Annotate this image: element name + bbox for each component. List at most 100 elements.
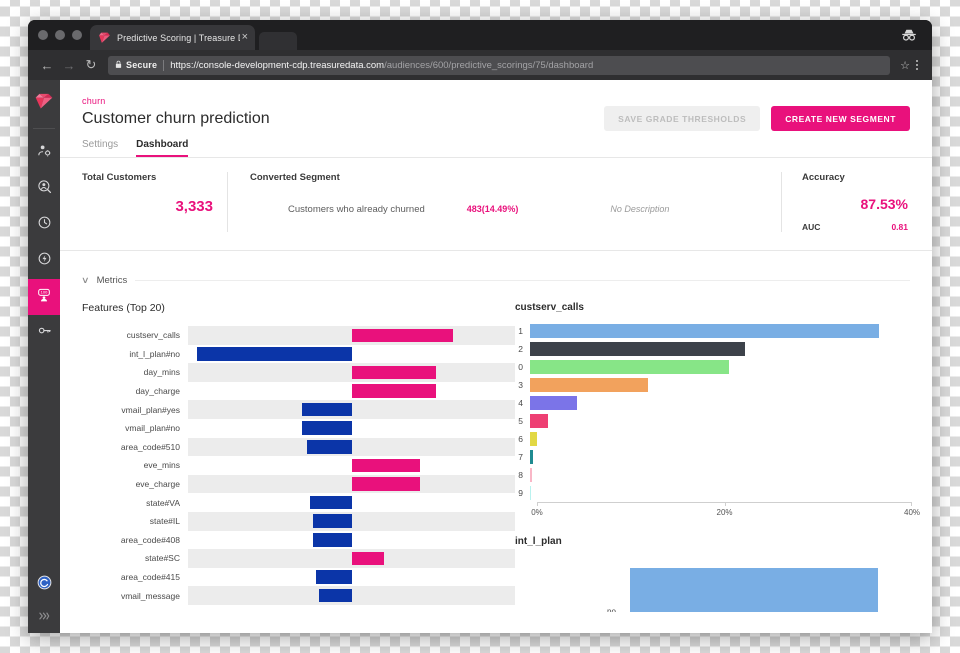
segment-description: No Description xyxy=(610,203,670,214)
sidebar-item-journeys[interactable] xyxy=(28,243,60,279)
feature-bar xyxy=(312,514,352,529)
feature-track xyxy=(188,363,515,382)
feature-bar xyxy=(309,495,352,510)
sidebar-item-profiles[interactable] xyxy=(28,171,60,207)
feature-track xyxy=(188,474,515,494)
feature-label: day_charge xyxy=(135,386,180,397)
lock-icon xyxy=(114,60,123,71)
feature-row: state#IL xyxy=(82,511,515,531)
custserv-calls-bar-track xyxy=(530,394,912,412)
feature-label: vmail_message xyxy=(120,590,180,601)
metrics-rule xyxy=(135,280,910,281)
feature-track xyxy=(188,400,515,419)
window-close-button[interactable] xyxy=(38,30,48,40)
sidebar-item-activations[interactable] xyxy=(28,207,60,243)
reload-button[interactable]: ↻ xyxy=(80,54,102,76)
back-button[interactable]: ← xyxy=(36,54,58,76)
custserv-calls-bar xyxy=(530,378,649,392)
int-l-plan-category-label: no xyxy=(607,607,616,612)
custserv-calls-bar-track xyxy=(530,484,912,502)
create-new-segment-button[interactable]: CREATE NEW SEGMENT xyxy=(771,106,910,131)
save-grade-thresholds-button[interactable]: SAVE GRADE THRESHOLDS xyxy=(604,106,761,131)
feature-bar xyxy=(351,365,437,380)
custserv-calls-category-label: 3 xyxy=(518,380,523,390)
accuracy-stat: Accuracy 87.53% AUC 0.81 xyxy=(782,172,932,232)
int-l-plan-chart-title: int_l_plan xyxy=(515,536,562,547)
window-minimize-button[interactable] xyxy=(55,30,65,40)
custserv-calls-category-label: 5 xyxy=(518,416,523,426)
custserv-calls-bar xyxy=(530,360,729,374)
tab-dashboard[interactable]: Dashboard xyxy=(136,139,189,157)
custserv-calls-row: 0 xyxy=(515,358,912,376)
chevron-down-icon[interactable]: ∨ xyxy=(81,275,90,286)
header-actions: SAVE GRADE THRESHOLDS CREATE NEW SEGMENT xyxy=(604,106,910,131)
custserv-calls-chart-title: custserv_calls xyxy=(515,302,584,313)
features-chart: Features (Top 20) custserv_calls int_l_pl… xyxy=(60,302,515,612)
auc-label: AUC xyxy=(802,222,821,232)
feature-track xyxy=(188,493,515,512)
custserv-calls-bar-track xyxy=(530,340,912,358)
treasure-data-diamond-logo[interactable] xyxy=(28,80,60,122)
feature-label: state#SC xyxy=(145,553,180,564)
feature-bar xyxy=(316,570,352,584)
custserv-calls-category-label: 7 xyxy=(518,452,523,462)
total-customers-label: Total Customers xyxy=(82,172,157,183)
forward-button[interactable]: → xyxy=(58,54,80,76)
custserv-calls-bar-track xyxy=(530,448,912,466)
metrics-section-header[interactable]: ∨ Metrics xyxy=(60,251,932,286)
converted-segment-value: 483(14.49%) xyxy=(467,200,519,215)
bookmark-star-icon[interactable]: ☆ xyxy=(900,59,910,72)
x-tick-0: 0% xyxy=(531,508,543,517)
custserv-calls-row: 4 xyxy=(515,394,912,412)
feature-bar xyxy=(197,347,352,361)
converted-count: 483 xyxy=(466,204,482,214)
feature-label: area_code#510 xyxy=(120,441,180,452)
bolt-circle-icon xyxy=(37,251,52,271)
total-customers-value: 3,333 xyxy=(175,198,213,215)
sidebar-item-predictive-scoring[interactable]: 100 xyxy=(28,279,60,315)
url-host: https://console-development-cdp.treasure… xyxy=(170,59,385,71)
account-avatar[interactable] xyxy=(28,567,60,603)
window-maximize-button[interactable] xyxy=(72,30,82,40)
app-sidebar: 100 xyxy=(28,80,60,633)
custserv-calls-category-label: 0 xyxy=(518,362,523,372)
right-charts-column: custserv_calls 1 2 0 3 4 5 6 7 8 9 0% 20% 40% int… xyxy=(515,302,932,612)
sidebar-bottom-group xyxy=(28,567,60,633)
feature-row: custserv_calls xyxy=(82,326,515,345)
converted-segment-row: Customers who already churned 483(14.49%… xyxy=(250,200,781,216)
browser-nav-bar: ← → ↻ Secure https://console-development… xyxy=(28,50,932,80)
auc-value: 0.81 xyxy=(891,222,908,232)
expand-rail-button[interactable] xyxy=(28,603,60,633)
sidebar-item-permissions[interactable] xyxy=(28,315,60,351)
accuracy-label: Accuracy xyxy=(802,172,845,183)
incognito-icon[interactable] xyxy=(900,26,918,44)
tab-close-icon[interactable]: × xyxy=(242,32,248,43)
feature-label: area_code#408 xyxy=(120,534,180,545)
feature-row: eve_charge xyxy=(82,474,515,494)
x-axis-mid-tick xyxy=(724,502,726,506)
sidebar-item-audience-studio[interactable] xyxy=(28,135,60,171)
feature-row: area_code#415 xyxy=(82,568,515,587)
svg-text:100: 100 xyxy=(41,289,48,294)
feature-row: area_code#510 xyxy=(82,437,515,457)
feature-bar xyxy=(351,328,454,343)
custserv-calls-category-label: 1 xyxy=(518,326,523,336)
breadcrumb[interactable]: churn xyxy=(82,96,910,106)
new-tab-button[interactable] xyxy=(259,32,297,50)
browser-tab[interactable]: Predictive Scoring | Treasure D × xyxy=(90,25,255,50)
custserv-calls-bar xyxy=(530,450,533,464)
treasure-data-diamond-icon xyxy=(98,31,111,44)
custserv-calls-row: 5 xyxy=(515,412,912,430)
accuracy-value: 87.53% xyxy=(860,196,908,212)
kebab-menu-icon[interactable] xyxy=(910,60,924,70)
address-bar[interactable]: Secure https://console-development-cdp.t… xyxy=(108,55,891,75)
custserv-calls-category-label: 8 xyxy=(518,470,523,480)
metrics-label: Metrics xyxy=(96,275,128,286)
feature-label: day_mins xyxy=(143,367,180,378)
custserv-calls-row: 2 xyxy=(515,340,912,358)
feature-track xyxy=(188,531,515,550)
int-l-plan-bar xyxy=(630,568,878,612)
browser-window: Predictive Scoring | Treasure D × ← → ↻ xyxy=(28,20,932,633)
browser-tab-title: Predictive Scoring | Treasure D xyxy=(117,32,240,43)
tab-settings[interactable]: Settings xyxy=(82,139,118,157)
